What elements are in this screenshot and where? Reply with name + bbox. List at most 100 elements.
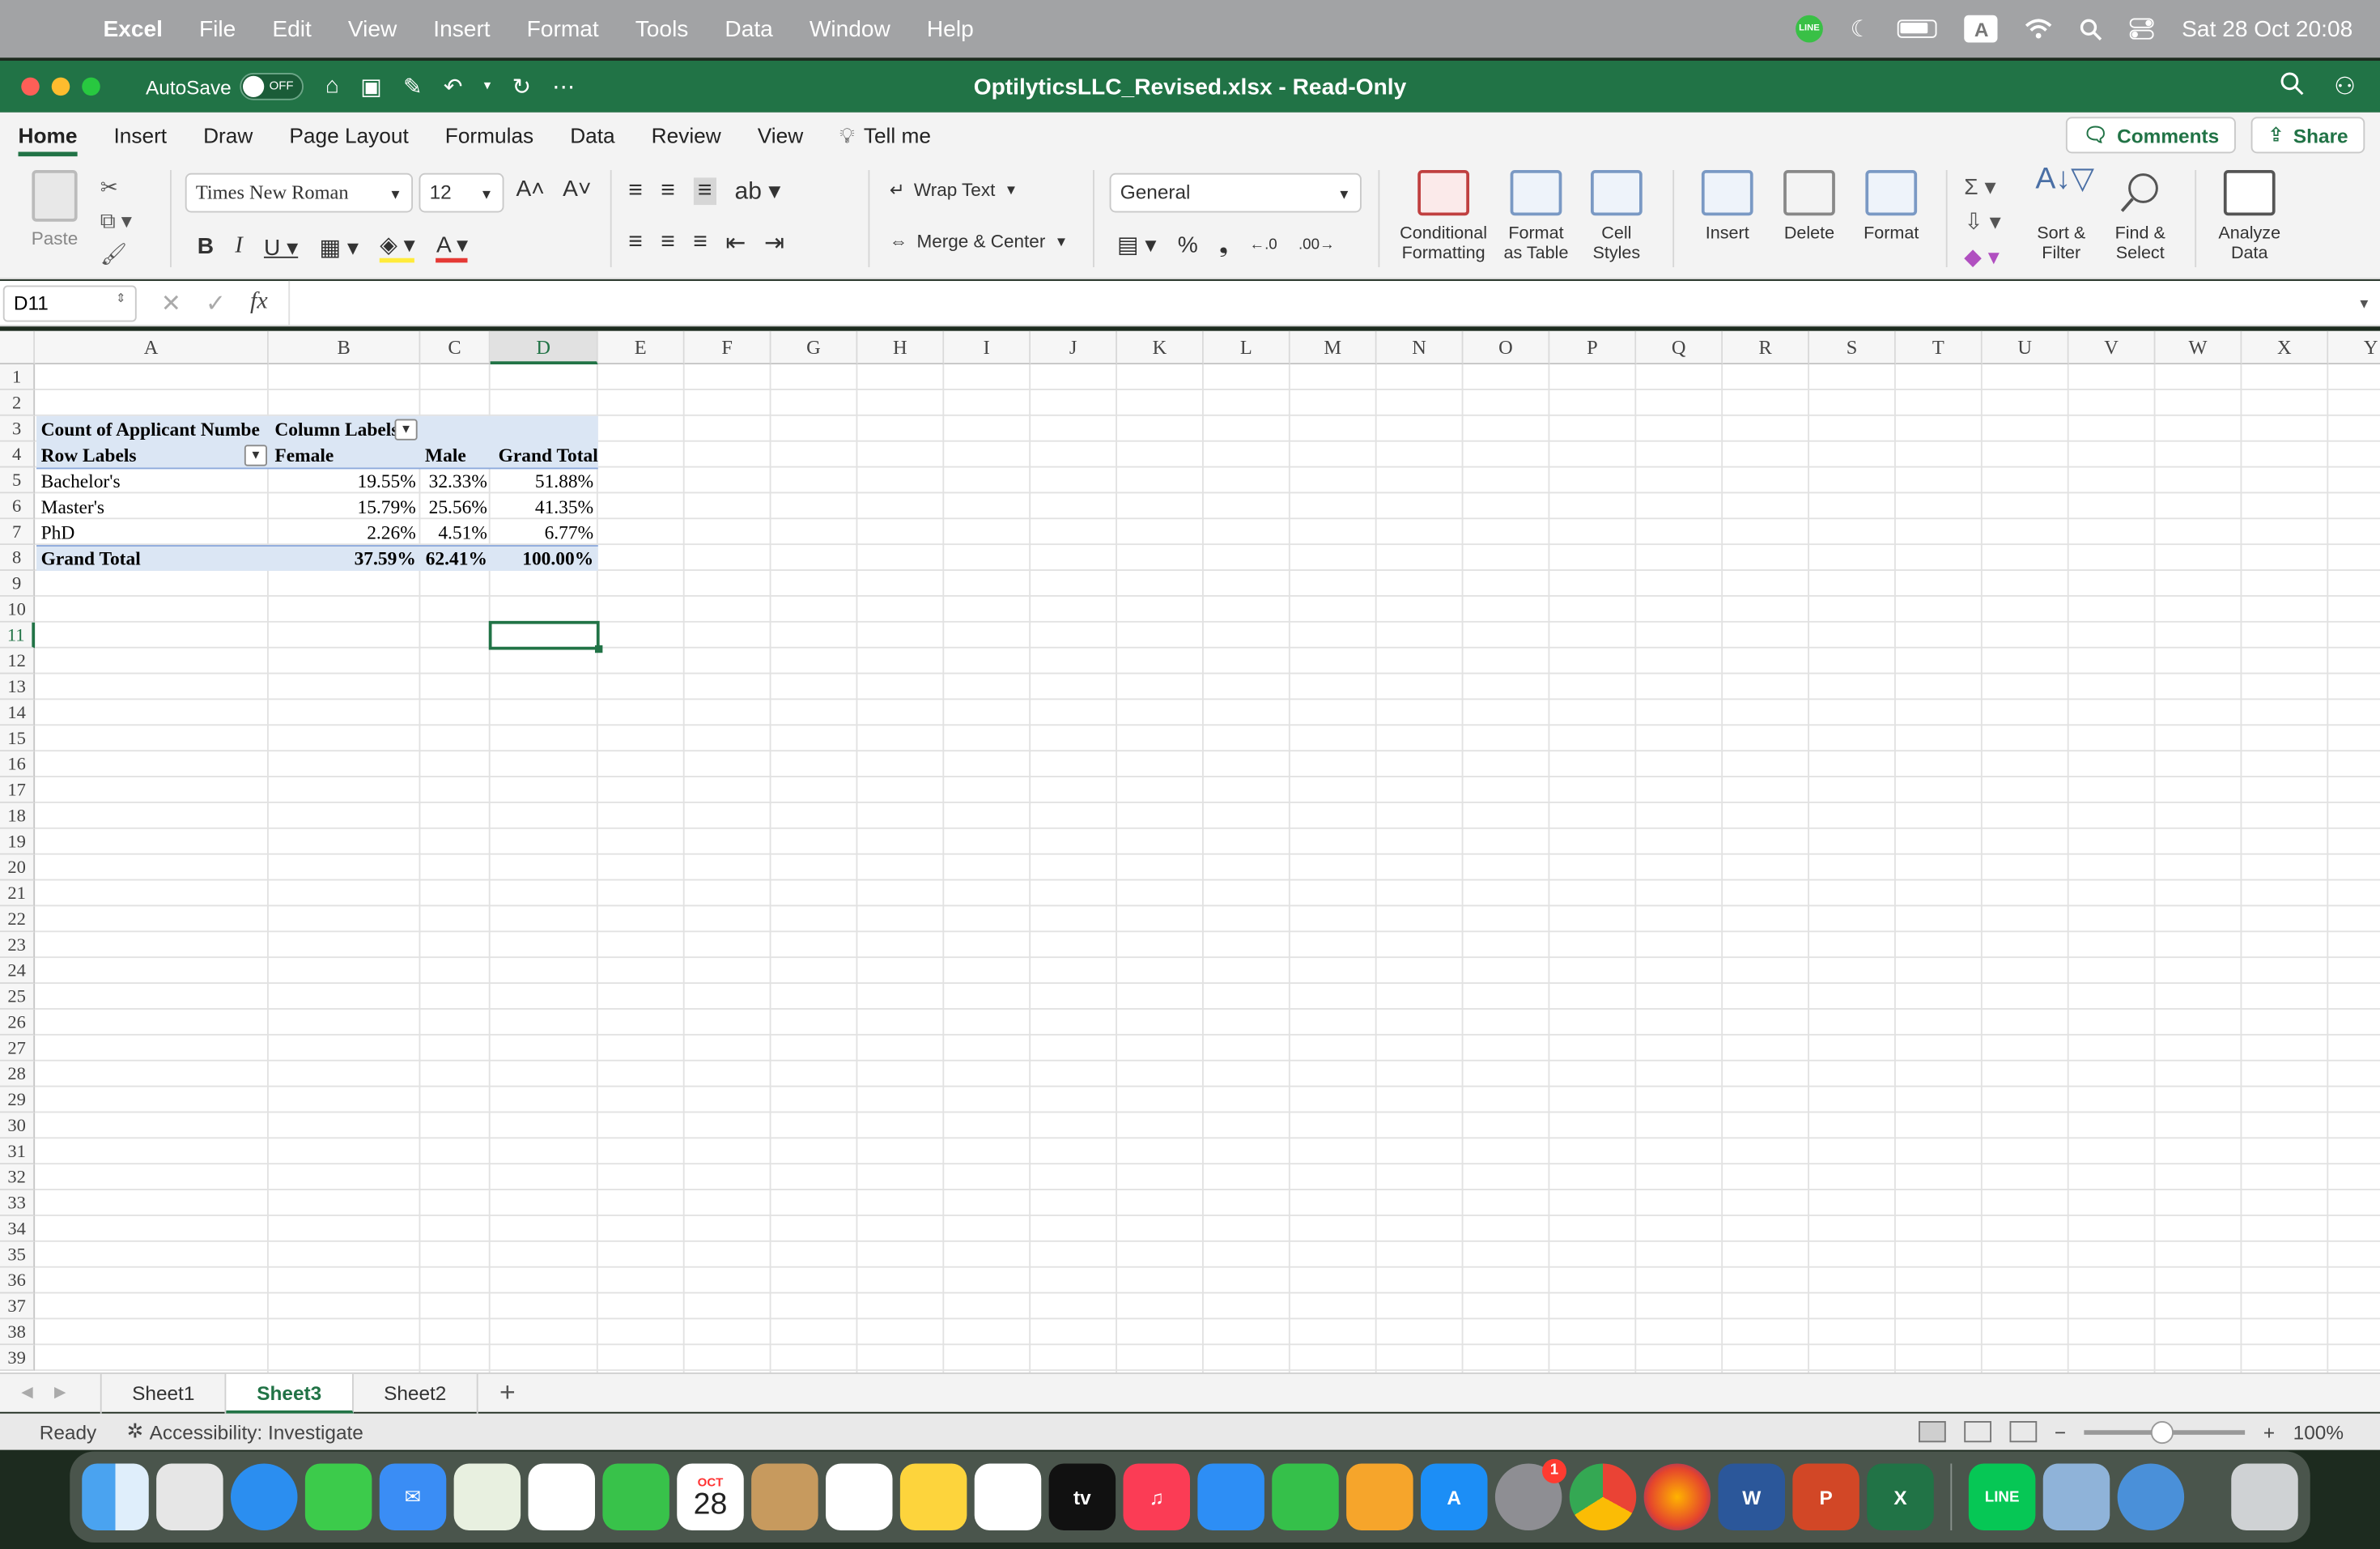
calendar-icon[interactable]: OCT 28 bbox=[677, 1463, 744, 1530]
column-header-y[interactable]: Y bbox=[2328, 330, 2380, 364]
column-header-m[interactable]: M bbox=[1290, 330, 1377, 364]
row-header-33[interactable]: 33 bbox=[0, 1190, 36, 1216]
row-header-1[interactable]: 1 bbox=[0, 364, 36, 390]
pivot-cell[interactable]: 25.56% bbox=[420, 495, 491, 519]
row-header-14[interactable]: 14 bbox=[0, 700, 36, 726]
row-header-3[interactable]: 3 bbox=[0, 415, 36, 442]
bold-icon[interactable]: B bbox=[198, 234, 214, 260]
column-header-s[interactable]: S bbox=[1809, 330, 1896, 364]
fill-color-icon[interactable]: ◈ ▾ bbox=[380, 231, 415, 263]
pivot-cell[interactable]: 4.51% bbox=[420, 521, 491, 545]
moon-icon[interactable]: ☾ bbox=[1851, 15, 1871, 43]
close-window-button[interactable] bbox=[21, 77, 40, 96]
pivot-grand-total-label[interactable]: Grand Total bbox=[36, 547, 270, 571]
tab-formulas[interactable]: Formulas bbox=[427, 113, 551, 158]
decrease-decimal-icon[interactable]: .00→ bbox=[1298, 236, 1335, 253]
system-settings-icon[interactable]: 1 bbox=[1494, 1458, 1566, 1530]
column-header-b[interactable]: B bbox=[268, 330, 421, 364]
reminders-icon[interactable] bbox=[826, 1463, 893, 1530]
column-header-t[interactable]: T bbox=[1895, 330, 1983, 364]
format-painter-icon[interactable]: 🖌︎ bbox=[100, 237, 132, 270]
finder-icon[interactable] bbox=[82, 1463, 149, 1530]
sheet-tab-sheet1[interactable]: Sheet1 bbox=[100, 1372, 227, 1413]
align-right-icon[interactable]: ≡ bbox=[693, 229, 708, 257]
redo-icon[interactable]: ↻ bbox=[512, 73, 531, 100]
row-header-15[interactable]: 15 bbox=[0, 726, 36, 752]
row-header-9[interactable]: 9 bbox=[0, 571, 36, 597]
contacts-icon[interactable] bbox=[751, 1463, 818, 1530]
apple-tv-icon[interactable]: tv bbox=[1048, 1463, 1116, 1530]
column-header-n[interactable]: N bbox=[1376, 330, 1464, 364]
search-icon[interactable] bbox=[2280, 70, 2304, 102]
excel-icon[interactable]: X bbox=[1867, 1463, 1934, 1530]
powerpoint-icon[interactable]: P bbox=[1792, 1463, 1859, 1530]
delete-cells-button[interactable]: Delete bbox=[1773, 170, 1846, 245]
row-header-5[interactable]: 5 bbox=[0, 467, 36, 494]
format-as-table-button[interactable]: Format as Table bbox=[1497, 170, 1576, 264]
tab-insert[interactable]: Insert bbox=[96, 113, 185, 158]
find-select-button[interactable]: Find & Select bbox=[2104, 170, 2177, 264]
music-icon[interactable]: ♫ bbox=[1123, 1463, 1190, 1530]
pivot-row-label[interactable]: Master's bbox=[36, 495, 270, 519]
comma-style-icon[interactable]: ❟ bbox=[1219, 232, 1228, 257]
previous-sheet-icon[interactable]: ◀ bbox=[21, 1385, 32, 1402]
row-header-13[interactable]: 13 bbox=[0, 674, 36, 700]
accessibility-status[interactable]: ✲ Accessibility: Investigate bbox=[127, 1419, 363, 1444]
menu-edit[interactable]: Edit bbox=[254, 16, 329, 42]
row-header-24[interactable]: 24 bbox=[0, 958, 36, 984]
row-header-4[interactable]: 4 bbox=[0, 441, 36, 468]
name-box-stepper-icon[interactable]: ⇕ bbox=[116, 291, 126, 304]
row-header-17[interactable]: 17 bbox=[0, 777, 36, 803]
column-header-e[interactable]: E bbox=[597, 330, 685, 364]
firefox-icon[interactable] bbox=[1643, 1463, 1711, 1530]
row-header-38[interactable]: 38 bbox=[0, 1319, 36, 1346]
increase-indent-icon[interactable]: ⇥ bbox=[764, 228, 784, 258]
formula-input[interactable] bbox=[288, 280, 2357, 326]
font-family-select[interactable]: Times New Roman ▼ bbox=[185, 172, 413, 213]
fill-icon[interactable]: ⇩ ▾ bbox=[1964, 205, 2000, 240]
column-header-q[interactable]: Q bbox=[1636, 330, 1723, 364]
orientation-icon[interactable]: ab ▾ bbox=[735, 177, 781, 207]
page-layout-view-icon[interactable] bbox=[1963, 1421, 1991, 1443]
tab-data[interactable]: Data bbox=[552, 113, 633, 158]
tell-me-search[interactable]: 💡︎ Tell me bbox=[822, 113, 950, 158]
pivot-title[interactable]: Count of Applicant Numbe bbox=[36, 418, 270, 442]
pivot-row-labels[interactable]: Row Labels bbox=[36, 444, 270, 468]
account-icon[interactable]: ⚇ bbox=[2334, 70, 2356, 102]
column-header-l[interactable]: L bbox=[1203, 330, 1290, 364]
increase-font-size-icon[interactable]: A˄ bbox=[516, 177, 545, 202]
column-header-d[interactable]: D bbox=[490, 330, 598, 364]
align-bottom-icon[interactable]: ≡ bbox=[693, 177, 717, 206]
row-header-26[interactable]: 26 bbox=[0, 1009, 36, 1036]
app-store-icon[interactable]: A bbox=[1421, 1463, 1488, 1530]
row-header-6[interactable]: 6 bbox=[0, 493, 36, 520]
tab-review[interactable]: Review bbox=[633, 113, 739, 158]
borders-icon[interactable]: ▦ ▾ bbox=[319, 233, 359, 261]
battery-icon[interactable] bbox=[1898, 19, 1938, 38]
pages-icon[interactable] bbox=[1346, 1463, 1413, 1530]
sort-filter-button[interactable]: A↓▽ Sort & Filter bbox=[2025, 164, 2097, 264]
cut-icon[interactable]: ✂ bbox=[100, 170, 132, 203]
expand-formula-bar-icon[interactable]: ▼ bbox=[2357, 296, 2380, 311]
align-top-icon[interactable]: ≡ bbox=[628, 177, 643, 205]
wrap-text-button[interactable]: ↵ Wrap Text ▼ bbox=[890, 179, 1018, 200]
autosave-toggle[interactable]: OFF bbox=[240, 73, 304, 100]
network-globe-icon[interactable] bbox=[2117, 1463, 2185, 1530]
zoom-in-icon[interactable]: + bbox=[2263, 1420, 2275, 1443]
line-status-icon[interactable]: LINE bbox=[1796, 15, 1823, 43]
save-as-icon[interactable]: ✎ bbox=[403, 73, 423, 100]
photos-icon[interactable] bbox=[528, 1463, 595, 1530]
row-header-27[interactable]: 27 bbox=[0, 1035, 36, 1062]
worksheet-grid[interactable]: ABCDEFGHIJKLMNOPQRSTUVWXY 1 2 3 4 5 6 7 8 9 10 11 1… bbox=[0, 330, 2380, 1372]
home-icon[interactable]: ⌂ bbox=[325, 73, 339, 100]
control-center-icon[interactable] bbox=[2130, 18, 2155, 40]
pivot-cell[interactable]: 6.77% bbox=[491, 521, 598, 545]
messages-icon[interactable] bbox=[304, 1463, 372, 1530]
clear-icon[interactable]: ◆ ▾ bbox=[1964, 240, 2000, 274]
cell-styles-button[interactable]: Cell Styles bbox=[1579, 170, 1655, 264]
menu-app-excel[interactable]: Excel bbox=[85, 16, 181, 42]
numbers-icon[interactable] bbox=[1272, 1463, 1339, 1530]
confirm-entry-icon[interactable]: ✓ bbox=[206, 287, 226, 318]
row-labels-filter-icon[interactable]: ▼ bbox=[244, 445, 267, 466]
freeform-icon[interactable] bbox=[974, 1463, 1042, 1530]
